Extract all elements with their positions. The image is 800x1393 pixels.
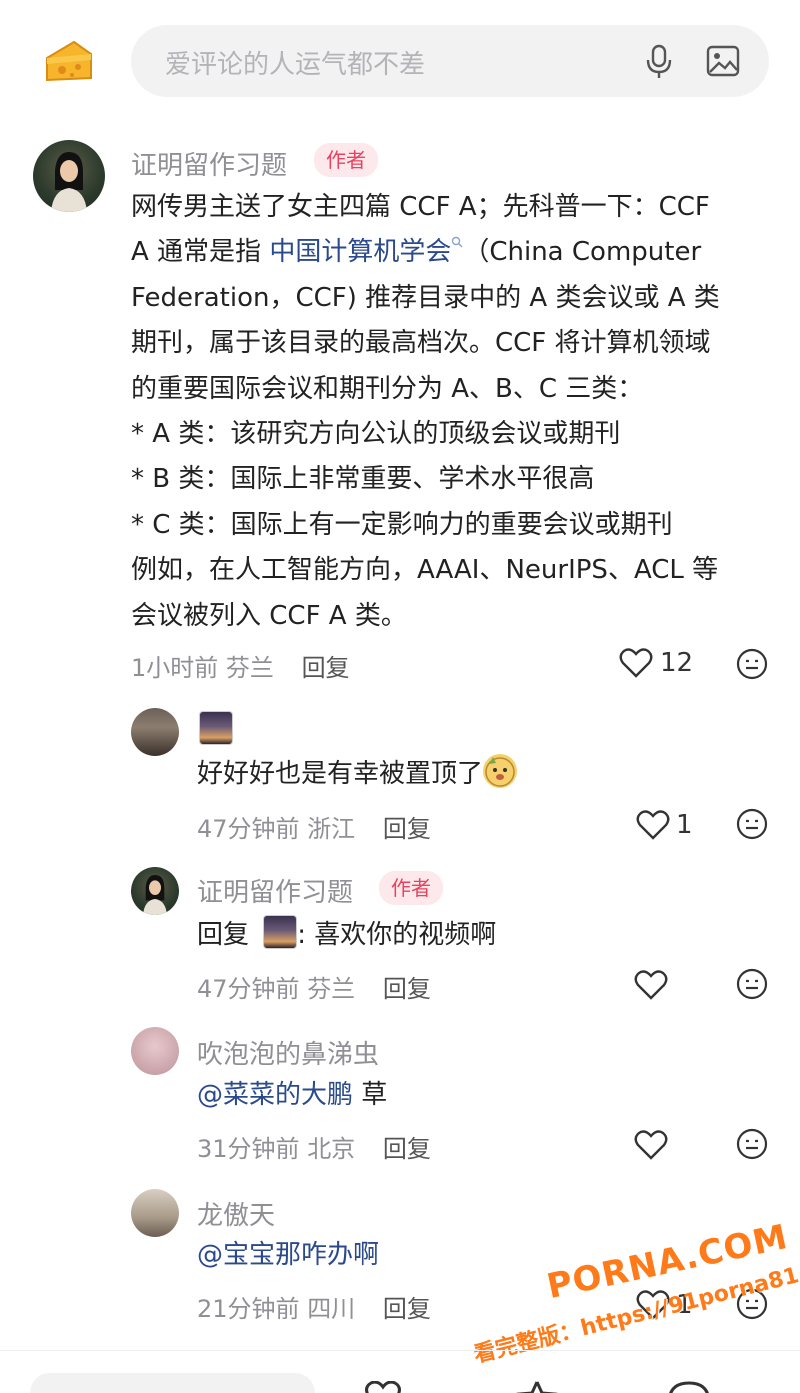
comment-author[interactable]: 证明留作习题	[131, 145, 287, 182]
comment-meta: 47分钟前 芬兰 回复	[197, 969, 431, 1004]
emoji-reaction-icon[interactable]	[736, 808, 768, 840]
reply-button[interactable]: 回复	[383, 1295, 431, 1323]
bottom-action-bar	[0, 1350, 800, 1393]
emoji-reaction-icon[interactable]	[736, 968, 768, 1000]
reply-button[interactable]: 回复	[383, 815, 431, 843]
comment-line: * A 类：该研究方向公认的顶级会议或期刊	[131, 418, 621, 449]
avatar[interactable]	[33, 140, 105, 212]
comment-line-with-link: A 通常是指 中国计算机学会 （China Computer	[131, 236, 702, 268]
comment-location: 浙江	[307, 815, 356, 843]
comment-line: * C 类：国际上有一定影响力的重要会议或期刊	[131, 509, 673, 540]
comment-line: Federation，CCF) 推荐目录中的 A 类会议或 A 类	[131, 282, 720, 313]
comment-time: 47分钟前	[197, 975, 300, 1003]
comment-meta: 21分钟前 四川 回复	[197, 1289, 431, 1324]
comment-time: 47分钟前	[197, 815, 300, 843]
emoji-reaction-icon[interactable]	[736, 648, 768, 680]
emoji-reaction-icon[interactable]	[736, 1128, 768, 1160]
comment-line: 的重要国际会议和期刊分为 A、B、C 三类：	[131, 373, 644, 404]
avatar[interactable]	[131, 867, 179, 915]
mention-link[interactable]: @菜菜的大鹏	[197, 1080, 353, 1110]
image-icon[interactable]	[706, 45, 740, 77]
comment-author[interactable]: 龙傲天	[197, 1195, 275, 1232]
comment-author[interactable]: 证明留作习题	[197, 872, 353, 909]
search-link[interactable]: 中国计算机学会	[269, 237, 451, 267]
comment-meta: 1小时前 芬兰 回复	[131, 648, 350, 683]
heart-icon[interactable]	[619, 648, 653, 678]
reply-text: @菜菜的大鹏 草	[197, 1080, 388, 1110]
comment-line: 网传男主送了女主四篇 CCF A；先科普一下：CCF	[131, 192, 710, 222]
comment-time: 21分钟前	[197, 1295, 300, 1323]
avatar[interactable]	[131, 1189, 179, 1237]
comment-time: 31分钟前	[197, 1135, 300, 1163]
heart-icon[interactable]	[634, 1130, 668, 1160]
reply-text: 好好好也是有幸被置顶了	[197, 752, 518, 797]
comment-line: * B 类：国际上非常重要、学术水平很高	[131, 464, 595, 495]
comment-input[interactable]	[30, 1373, 315, 1393]
comment-time: 1小时前	[131, 654, 219, 682]
search-bar[interactable]: 爱评论的人运气都不差	[131, 25, 769, 97]
like-count: 1	[676, 810, 693, 840]
sticker-icon	[199, 711, 233, 745]
reply-prefix: 回复	[197, 920, 250, 950]
dog-emoji-icon	[483, 754, 518, 788]
comment-author[interactable]: 吹泡泡的鼻涕虫	[197, 1034, 379, 1071]
avatar[interactable]	[131, 1027, 179, 1075]
author-badge: 作者	[379, 871, 443, 905]
microphone-icon[interactable]	[642, 43, 676, 79]
reply-text: @宝宝那咋办啊	[197, 1233, 379, 1278]
comment-location: 北京	[307, 1135, 356, 1163]
cheese-logo-icon[interactable]	[44, 38, 94, 84]
mention-link[interactable]: @宝宝那咋办啊	[197, 1240, 379, 1270]
search-small-icon[interactable]	[451, 236, 463, 248]
comment-line: 会议被列入 CCF A 类。	[131, 600, 407, 631]
reply-button[interactable]: 回复	[302, 654, 350, 682]
author-badge: 作者	[314, 143, 378, 177]
reply-text: 回复 : 喜欢你的视频啊	[197, 913, 496, 958]
like-count: 12	[660, 648, 694, 678]
reply-button[interactable]: 回复	[383, 975, 431, 1003]
avatar[interactable]	[131, 708, 179, 756]
reply-button[interactable]: 回复	[383, 1135, 431, 1163]
comment-line: 期刊，属于该目录的最高档次。CCF 将计算机领域	[131, 328, 711, 359]
chat-icon[interactable]	[664, 1381, 714, 1393]
comment-meta: 31分钟前 北京 回复	[197, 1129, 431, 1164]
search-placeholder[interactable]: 爱评论的人运气都不差	[165, 44, 425, 81]
heart-icon[interactable]	[634, 970, 668, 1000]
comment-meta: 47分钟前 浙江 回复	[197, 809, 431, 844]
sticker-icon	[263, 915, 298, 949]
top-bar: 爱评论的人运气都不差	[0, 0, 800, 120]
comment-location: 芬兰	[225, 654, 274, 682]
collect-icon[interactable]	[512, 1381, 562, 1393]
comment-location: 四川	[307, 1295, 356, 1323]
like-icon[interactable]	[358, 1381, 408, 1393]
comment-line: 例如，在人工智能方向，AAAI、NeurIPS、ACL 等	[131, 555, 719, 586]
comment-location: 芬兰	[307, 975, 356, 1003]
heart-icon[interactable]	[636, 810, 670, 840]
comment-text: 网传男主送了女主四篇 CCF A；先科普一下：CCF A 通常是指 中国计算机学…	[131, 185, 781, 639]
